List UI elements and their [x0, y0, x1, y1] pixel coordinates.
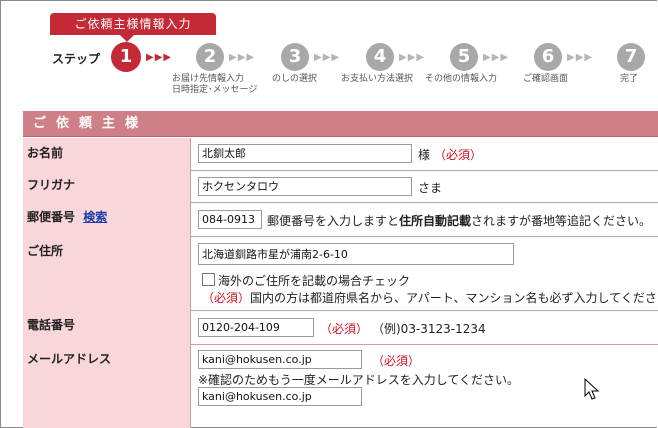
kana-suffix: さま [418, 181, 443, 195]
address-input[interactable]: 北海道釧路市星が浦南2-6-10 [198, 243, 514, 265]
row-postal: 郵便番号 検索 084-0913 郵便番号を入力しますと住所自動記載されますが番… [23, 202, 658, 237]
row-address: ご住所 北海道釧路市星が浦南2-6-10 海外のご住所を記載の場合チェック （必… [23, 236, 658, 311]
postal-search-link[interactable]: 検索 [83, 210, 107, 224]
phone-cell: 0120-204-109 （必須） （例)03-3123-1234 [192, 310, 658, 344]
email-required: （必須） [372, 354, 421, 368]
name-label: お名前 [23, 138, 191, 170]
name-cell: 北釧太郎 様 （必須） [192, 138, 658, 170]
postal-label: 郵便番号 [27, 210, 76, 224]
postal-label-cell: 郵便番号 検索 [23, 202, 191, 236]
postal-note-bold: 住所自動記載 [399, 214, 472, 228]
postal-input[interactable]: 084-0913 [198, 210, 262, 229]
email-input[interactable]: kani@hokusen.co.jp [198, 350, 362, 369]
step-arrows-4: ▶▶▶ [399, 52, 426, 63]
phone-input[interactable]: 0120-204-109 [198, 318, 314, 337]
phone-required: （必須） [320, 322, 369, 336]
mouse-cursor-icon [584, 378, 600, 400]
address-note: 国内の方は都道府県名から、アパート、マンション名も必ず入力してください。 [250, 291, 658, 305]
step-arrows-3: ▶▶▶ [314, 52, 341, 63]
kana-label: フリガナ [23, 170, 191, 202]
step-5-caption: その他の情報入力 [425, 74, 498, 84]
name-suffix: 様 [418, 148, 431, 162]
address-label: ご住所 [23, 236, 191, 310]
row-email: メールアドレス kani@hokusen.co.jp （必須） ※確認のためもう… [23, 344, 658, 428]
email-label: メールアドレス [23, 344, 191, 428]
postal-note-post: されますが番地等追記ください。 [471, 214, 652, 228]
step-7-icon: 7 [617, 43, 645, 71]
phone-label: 電話番号 [23, 310, 191, 344]
step-2-caption-line2: 日時指定･メッセージ [172, 85, 258, 95]
step-6-icon: 6 [534, 43, 562, 71]
kana-input[interactable]: ホクセンタロウ [198, 177, 412, 196]
step-3-icon: 3 [281, 43, 309, 71]
postal-note: 郵便番号を入力しますと住所自動記載されますが番地等追記ください。 [267, 212, 651, 229]
step-2-caption-line1: お届け先情報入力 [172, 74, 245, 84]
step-banner: ご依頼主様情報入力 [50, 13, 216, 42]
step-arrows-1: ▶▶▶ [146, 52, 173, 63]
postal-note-pre: 郵便番号を入力しますと [267, 214, 400, 228]
step-4-icon: 4 [366, 43, 394, 71]
step-arrows-2: ▶▶▶ [229, 52, 256, 63]
overseas-check-label: 海外のご住所を記載の場合チェック [218, 274, 411, 288]
step-2-icon: 2 [196, 43, 224, 71]
step-7-caption: 完了 [620, 74, 639, 84]
step-arrows-6: ▶▶▶ [567, 52, 594, 63]
step-4-caption: お支払い方法選択 [341, 74, 414, 84]
address-required: （必須） [202, 291, 251, 305]
step-5-icon: 5 [450, 43, 478, 71]
step-arrows-5: ▶▶▶ [483, 52, 510, 63]
overseas-checkbox[interactable] [202, 273, 215, 286]
email-confirm-note: ※確認のためもう一度メールアドレスを入力してください。 [198, 373, 519, 387]
step-3-caption: のしの選択 [272, 74, 318, 84]
address-note-line: （必須）国内の方は都道府県名から、アパート、マンション名も必ず入力してください。 [202, 289, 658, 306]
row-kana: フリガナ ホクセンタロウ さま [23, 170, 658, 203]
email-confirm-input[interactable]: kani@hokusen.co.jp [198, 387, 362, 406]
address-cell: 北海道釧路市星が浦南2-6-10 海外のご住所を記載の場合チェック （必須）国内… [192, 236, 658, 310]
step-1-icon: 1 [111, 42, 141, 72]
phone-example: （例)03-3123-1234 [372, 322, 486, 336]
section-header: ご依頼主様 [23, 111, 658, 137]
name-input[interactable]: 北釧太郎 [198, 144, 412, 163]
step-2-caption: お届け先情報入力 日時指定･メッセージ [172, 74, 257, 96]
step-label: ステップ [52, 52, 101, 66]
postal-cell: 084-0913 郵便番号を入力しますと住所自動記載されますが番地等追記ください… [192, 202, 658, 236]
kana-cell: ホクセンタロウ さま [192, 170, 658, 202]
row-phone: 電話番号 0120-204-109 （必須） （例)03-3123-1234 [23, 310, 658, 345]
row-name: お名前 北釧太郎 様 （必須） [23, 138, 658, 171]
step-6-caption: ご確認画面 [523, 74, 569, 84]
name-required: （必須） [434, 148, 483, 162]
